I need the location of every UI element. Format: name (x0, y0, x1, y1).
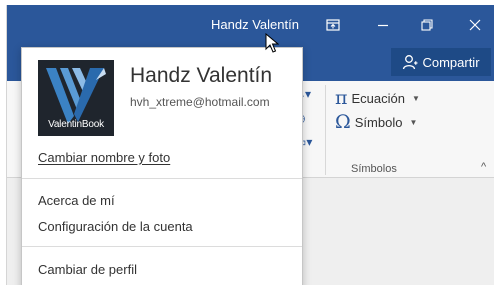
symbols-group-label: Símbolos (351, 163, 397, 175)
equation-label: Ecuación (351, 90, 405, 106)
share-label: Compartir (422, 54, 480, 70)
word-window: Handz Valentín Compartir ✎▾ ▭▾ π Ecuació… (6, 5, 494, 285)
restore-icon (421, 19, 433, 31)
collapse-ribbon-button[interactable]: ^ (481, 161, 486, 173)
title-bar: Handz Valentín (7, 5, 494, 45)
close-icon (469, 19, 481, 31)
symbol-label: Símbolo (354, 114, 403, 130)
divider (22, 178, 302, 179)
account-email: hvh_xtreme@hotmail.com (130, 95, 270, 109)
share-button[interactable]: Compartir (391, 48, 491, 76)
chevron-down-icon: ▼ (409, 117, 418, 127)
account-settings-link[interactable]: Configuración de la cuenta (38, 219, 193, 234)
minimize-icon (378, 24, 388, 27)
account-display-name: Handz Valentín (130, 64, 273, 87)
ribbon-display-icon (326, 19, 340, 31)
about-me-link[interactable]: Acerca de mí (38, 193, 115, 208)
divider (22, 246, 302, 247)
account-flyout: ValentinBook Handz Valentín hvh_xtreme@h… (21, 47, 303, 285)
mouse-pointer-icon (265, 33, 279, 53)
switch-profile-link[interactable]: Cambiar de perfil (38, 262, 137, 277)
restore-button[interactable] (409, 5, 445, 45)
symbol-button[interactable]: Ω Símbolo ▼ (335, 111, 417, 133)
change-name-photo-link[interactable]: Cambiar nombre y foto (38, 150, 170, 165)
chevron-down-icon: ▼ (411, 93, 420, 103)
person-icon (403, 55, 418, 70)
ribbon-separator (325, 85, 326, 175)
ribbon-display-options-button[interactable] (315, 5, 351, 45)
minimize-button[interactable] (365, 5, 401, 45)
profile-picture[interactable]: ValentinBook (38, 60, 114, 136)
close-button[interactable] (457, 5, 493, 45)
account-name-button[interactable]: Handz Valentín (211, 17, 299, 32)
omega-icon: Ω (335, 111, 351, 133)
pi-icon: π (335, 87, 348, 109)
logo-text: ValentinBook (48, 119, 104, 130)
equation-button[interactable]: π Ecuación ▼ (335, 87, 420, 109)
